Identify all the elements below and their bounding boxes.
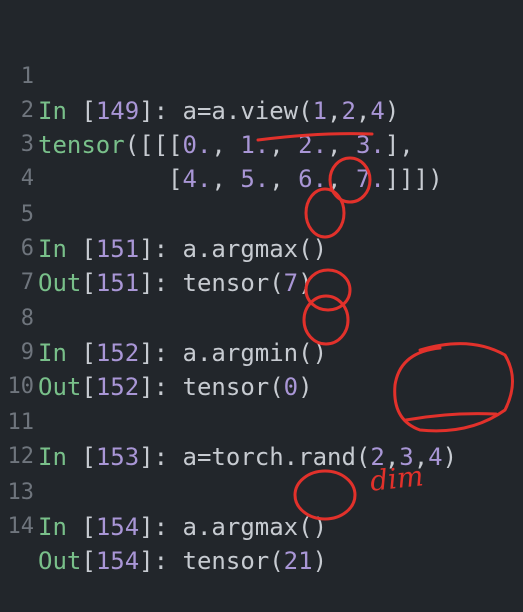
line-number: 14	[7, 514, 35, 539]
code-text: In [149]: a=a.view(1,2,4)	[38, 97, 400, 125]
code-line-10: 10	[0, 336, 58, 399]
code-line-14: 14 Out[154]: tensor(21)	[0, 476, 328, 575]
code-text: In [151]: a.argmax()	[38, 235, 328, 263]
code-line-3: 3 [4., 5., 6., 7.]]])	[0, 94, 443, 193]
code-text: [4., 5., 6., 7.]]])	[38, 165, 443, 193]
code-text: Out[154]: tensor(21)	[38, 547, 328, 575]
code-editor[interactable]: 1 In [149]: a=a.view(1,2,4) 2 tensor([[[…	[0, 0, 523, 575]
code-text: tensor([[[0., 1., 2., 3.],	[38, 131, 414, 159]
code-line-9: 9 Out[152]: tensor(0)	[0, 302, 313, 401]
code-line-13: 13 In [154]: a.argmax()	[0, 442, 328, 541]
code-line-8: 8 In [152]: a.argmin()	[0, 268, 327, 367]
code-line-7: 7	[0, 232, 58, 295]
code-text: In [154]: a.argmax()	[38, 513, 328, 541]
code-text: Out[151]: tensor(7)	[38, 269, 313, 297]
code-line-6: 6 Out[151]: tensor(7)	[0, 198, 313, 297]
code-line-11: 11 In [153]: a=torch.rand(2,3,4)	[0, 372, 458, 471]
code-line-5: 5 In [151]: a.argmax()	[0, 164, 327, 263]
handwritten-note: dim	[368, 459, 426, 498]
code-text: Out[152]: tensor(0)	[38, 373, 313, 401]
code-line-2: 2 tensor([[[0., 1., 2., 3.],	[0, 60, 414, 159]
code-text: In [152]: a.argmin()	[38, 339, 328, 367]
code-line-1: 1 In [149]: a=a.view(1,2,4)	[0, 26, 400, 125]
code-line-4: 4	[0, 128, 58, 191]
code-line-12: 12	[0, 406, 58, 469]
